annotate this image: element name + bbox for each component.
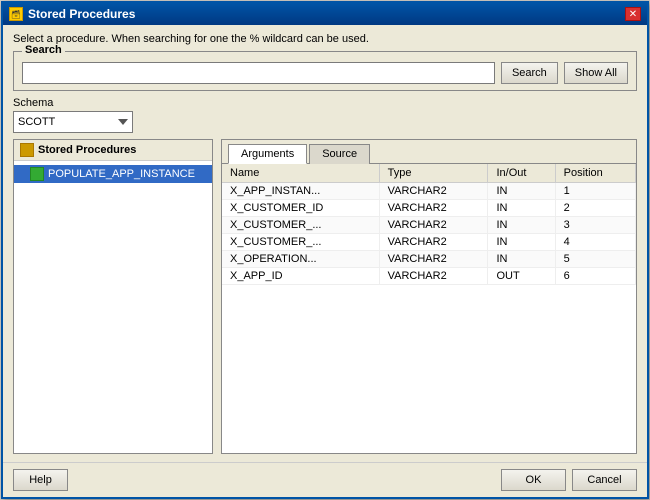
table-row: X_APP_IDVARCHAR2OUT6	[222, 268, 636, 285]
table-cell-inout: IN	[488, 217, 555, 234]
search-input[interactable]	[22, 62, 495, 84]
table-cell-type: VARCHAR2	[379, 251, 488, 268]
table-row: X_CUSTOMER_...VARCHAR2IN4	[222, 234, 636, 251]
search-legend: Search	[22, 44, 65, 56]
tree-header-icon	[20, 143, 34, 157]
stored-procedures-window: 🗃 Stored Procedures ✕ Select a procedure…	[1, 1, 649, 499]
tree-panel: Stored Procedures POPULATE_APP_INSTANCE	[13, 139, 213, 454]
description-text: Select a procedure. When searching for o…	[13, 33, 637, 45]
title-bar: 🗃 Stored Procedures ✕	[3, 3, 647, 25]
table-cell-type: VARCHAR2	[379, 217, 488, 234]
col-type: Type	[379, 164, 488, 183]
table-cell-name: X_OPERATION...	[222, 251, 379, 268]
table-cell-type: VARCHAR2	[379, 234, 488, 251]
arguments-table: Name Type In/Out Position X_APP_INSTAN..…	[222, 164, 636, 285]
tree-item[interactable]: POPULATE_APP_INSTANCE	[14, 165, 212, 183]
table-cell-name: X_APP_INSTAN...	[222, 183, 379, 200]
col-position: Position	[555, 164, 635, 183]
window-icon: 🗃	[9, 7, 23, 21]
col-name: Name	[222, 164, 379, 183]
show-all-button[interactable]: Show All	[564, 62, 628, 84]
table-cell-inout: IN	[488, 200, 555, 217]
table-cell-name: X_APP_ID	[222, 268, 379, 285]
schema-select[interactable]: SCOTT SYS SYSTEM	[13, 111, 133, 133]
table-cell-type: VARCHAR2	[379, 200, 488, 217]
footer: Help OK Cancel	[3, 462, 647, 497]
table-row: X_APP_INSTAN...VARCHAR2IN1	[222, 183, 636, 200]
search-group: Search Search Show All	[13, 51, 637, 91]
close-button[interactable]: ✕	[625, 7, 641, 21]
table-area: Name Type In/Out Position X_APP_INSTAN..…	[222, 164, 636, 453]
tabs: Arguments Source	[222, 140, 636, 164]
tree-item-label: POPULATE_APP_INSTANCE	[48, 168, 195, 180]
ok-button[interactable]: OK	[501, 469, 566, 491]
table-cell-name: X_CUSTOMER_ID	[222, 200, 379, 217]
table-cell-type: VARCHAR2	[379, 183, 488, 200]
title-bar-left: 🗃 Stored Procedures	[9, 7, 135, 21]
table-cell-inout: OUT	[488, 268, 555, 285]
table-cell-position: 6	[555, 268, 635, 285]
table-cell-type: VARCHAR2	[379, 268, 488, 285]
search-row: Search Show All	[22, 62, 628, 84]
table-row: X_CUSTOMER_...VARCHAR2IN3	[222, 217, 636, 234]
footer-right: OK Cancel	[501, 469, 637, 491]
table-row: X_CUSTOMER_IDVARCHAR2IN2	[222, 200, 636, 217]
help-button[interactable]: Help	[13, 469, 68, 491]
window-content: Select a procedure. When searching for o…	[3, 25, 647, 462]
tree-header: Stored Procedures	[14, 140, 212, 161]
table-cell-position: 5	[555, 251, 635, 268]
schema-row: Schema SCOTT SYS SYSTEM	[13, 97, 637, 133]
procedure-icon	[30, 167, 44, 181]
table-cell-name: X_CUSTOMER_...	[222, 217, 379, 234]
table-row: X_OPERATION...VARCHAR2IN5	[222, 251, 636, 268]
table-cell-inout: IN	[488, 183, 555, 200]
cancel-button[interactable]: Cancel	[572, 469, 637, 491]
right-panel: Arguments Source Name Type In/Out Positi…	[221, 139, 637, 454]
search-button[interactable]: Search	[501, 62, 558, 84]
table-cell-position: 2	[555, 200, 635, 217]
main-area: Stored Procedures POPULATE_APP_INSTANCE …	[13, 139, 637, 454]
tab-arguments[interactable]: Arguments	[228, 144, 307, 164]
tree-header-label: Stored Procedures	[38, 144, 136, 156]
table-cell-position: 1	[555, 183, 635, 200]
tab-source[interactable]: Source	[309, 144, 370, 164]
schema-label: Schema	[13, 97, 637, 109]
window-title: Stored Procedures	[28, 7, 135, 21]
table-cell-inout: IN	[488, 251, 555, 268]
tree-body: POPULATE_APP_INSTANCE	[14, 161, 212, 187]
col-inout: In/Out	[488, 164, 555, 183]
table-cell-position: 3	[555, 217, 635, 234]
table-cell-name: X_CUSTOMER_...	[222, 234, 379, 251]
table-cell-inout: IN	[488, 234, 555, 251]
table-cell-position: 4	[555, 234, 635, 251]
